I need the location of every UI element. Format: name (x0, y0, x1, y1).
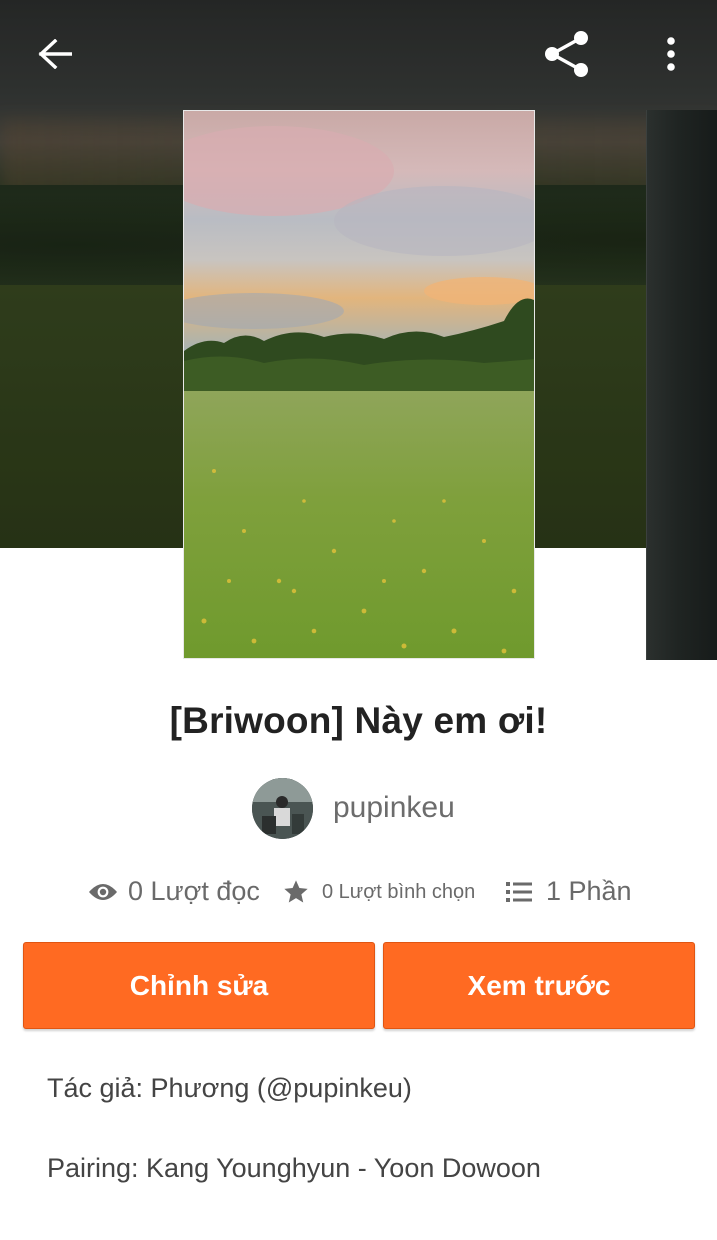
eye-icon (88, 882, 118, 902)
preview-button[interactable]: Xem trước (383, 942, 695, 1029)
author-name: pupinkeu (333, 791, 455, 824)
votes-stat: 0 Lượt bình chọn (282, 878, 475, 906)
parts-stat: 1 Phần (505, 876, 632, 907)
story-cover[interactable] (183, 110, 535, 659)
description-pairing-line: Pairing: Kang Younghyun - Yoon Dowoon (47, 1153, 541, 1183)
reads-stat: 0 Lượt đọc (88, 876, 260, 907)
more-vertical-icon (667, 37, 675, 71)
share-button[interactable] (536, 24, 598, 84)
edit-button[interactable]: Chỉnh sửa (23, 942, 375, 1029)
back-button[interactable] (25, 30, 85, 78)
reads-count: 0 Lượt đọc (128, 876, 260, 906)
next-story-cover[interactable] (646, 110, 717, 660)
story-stats: 0 Lượt đọc 0 Lượt bình chọn 1 Phần (0, 872, 717, 916)
top-bar (0, 0, 717, 110)
description-author-line: Tác giả: Phương (@pupinkeu) (47, 1073, 412, 1103)
share-icon (545, 31, 588, 77)
author-link[interactable]: pupinkeu (252, 777, 455, 839)
parts-count: 1 Phần (546, 876, 632, 906)
votes-count: 0 Lượt bình chọn (322, 880, 476, 903)
avatar (252, 777, 313, 839)
star-icon (282, 878, 310, 906)
list-icon (505, 880, 533, 904)
more-options-button[interactable] (652, 30, 690, 78)
story-title: [Briwoon] Này em ơi! (169, 700, 548, 741)
cover-image (184, 111, 534, 658)
arrow-left-icon (38, 39, 72, 69)
